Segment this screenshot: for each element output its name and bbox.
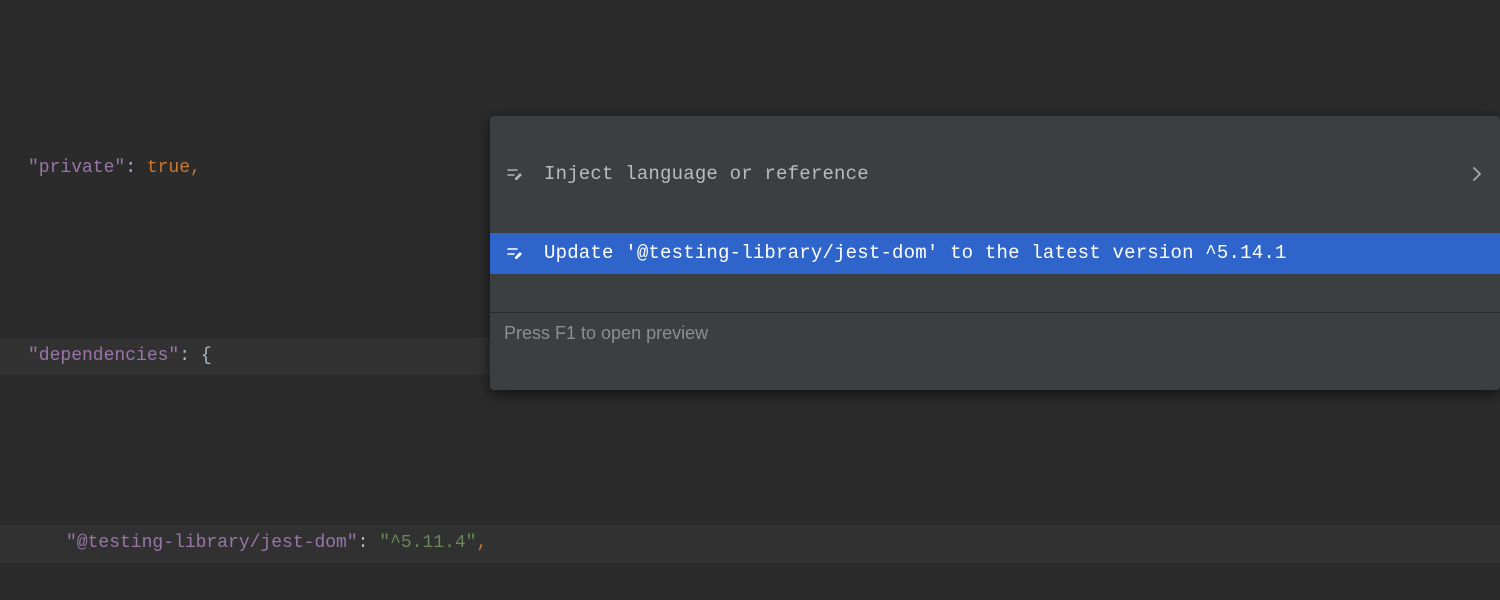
- chevron-right-icon: [1433, 148, 1482, 202]
- intention-action-label: Update '@testing-library/jest-dom' to th…: [544, 244, 1482, 263]
- intention-actions-popup: Inject language or reference Update '@te…: [490, 116, 1500, 390]
- intention-action-inject[interactable]: Inject language or reference: [490, 154, 1500, 195]
- popup-hint-text: Press F1 to open preview: [504, 324, 708, 342]
- json-bool: true: [147, 158, 190, 178]
- popup-hint: Press F1 to open preview: [490, 312, 1500, 352]
- intention-action-label: Inject language or reference: [544, 165, 1415, 184]
- edit-icon: [504, 243, 526, 265]
- json-string: "^5.11.4": [379, 533, 476, 553]
- code-editor[interactable]: "private": true, "dependencies": { "@tes…: [0, 0, 1500, 600]
- json-key: "dependencies": [28, 346, 179, 366]
- intention-action-update-dependency[interactable]: Update '@testing-library/jest-dom' to th…: [490, 233, 1500, 274]
- code-line: "@testing-library/jest-dom": "^5.11.4",: [0, 525, 1500, 563]
- edit-icon: [504, 164, 526, 186]
- json-key: "@testing-library/jest-dom": [66, 533, 358, 553]
- json-key: "private": [28, 158, 125, 178]
